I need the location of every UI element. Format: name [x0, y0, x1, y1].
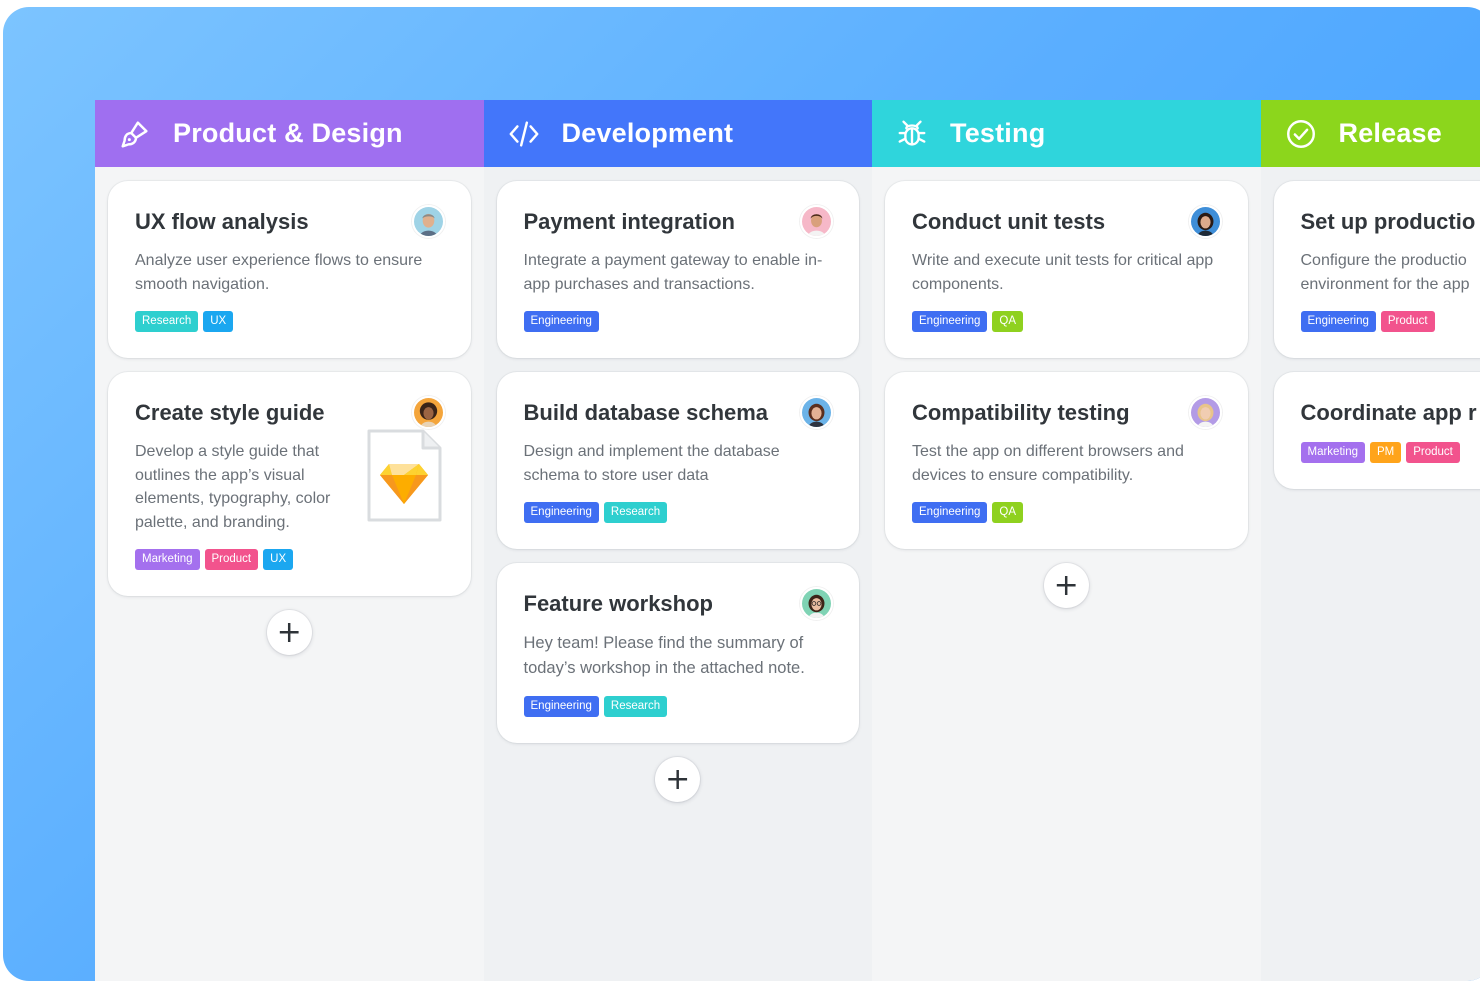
task-card[interactable]: UX flow analysis Analyze user experience…	[108, 181, 471, 358]
column-header[interactable]: Development	[483, 100, 872, 167]
tag[interactable]: UX	[203, 311, 234, 332]
card-description: Develop a style guide that outlines the …	[135, 443, 331, 531]
tag[interactable]: UX	[263, 549, 294, 570]
tag[interactable]: Engineering	[523, 696, 599, 717]
tag[interactable]: Engineering	[1300, 311, 1376, 332]
card-title: Payment integration	[523, 209, 735, 234]
app-frame: Product & Design UX flow analysis Analyz…	[3, 7, 1480, 981]
tag-list: Engineering	[523, 311, 833, 332]
task-card[interactable]: Set up productio Configure the productio…	[1273, 181, 1480, 358]
column-development: Development Payment integration Integrat…	[483, 100, 872, 981]
card-description: Design and implement the database schema…	[523, 443, 780, 484]
check-circle-icon	[1283, 116, 1319, 152]
woman-blonde-avatar[interactable]	[1188, 396, 1222, 429]
add-card-button[interactable]: +	[1043, 563, 1089, 608]
tag[interactable]: Engineering	[912, 502, 988, 523]
tag[interactable]: PM	[1370, 442, 1402, 463]
card-title: Coordinate app r	[1300, 400, 1477, 425]
column-header[interactable]: Testing	[872, 100, 1261, 167]
card-title: UX flow analysis	[135, 209, 309, 234]
task-card[interactable]: Feature workshop Hey team! Please find t…	[496, 563, 859, 743]
tag[interactable]: Research	[135, 311, 199, 332]
column-testing: Testing Conduct unit tests Write and exe…	[872, 100, 1261, 981]
column-title: Release	[1338, 118, 1442, 148]
tag[interactable]: Research	[603, 502, 668, 523]
kanban-board: Product & Design UX flow analysis Analyz…	[95, 100, 1480, 981]
tag[interactable]: Marketing	[135, 549, 200, 570]
card-description: Integrate a payment gateway to enable in…	[523, 252, 823, 293]
column-release: Release Set up productio Configure the p…	[1260, 100, 1480, 981]
woman-dark-hair-avatar[interactable]	[1188, 205, 1222, 238]
tag-list: Engineering QA	[912, 311, 1221, 332]
tag[interactable]: Engineering	[912, 311, 988, 332]
task-card[interactable]: Conduct unit tests Write and execute uni…	[885, 181, 1248, 358]
card-description: Write and execute unit tests for critica…	[912, 252, 1214, 293]
card-description: Analyze user experience flows to ensure …	[135, 252, 423, 293]
tag-list: Engineering Research	[523, 502, 833, 523]
card-title: Conduct unit tests	[912, 209, 1106, 234]
tag-list: Marketing Product UX	[135, 549, 444, 570]
tag[interactable]: Marketing	[1300, 442, 1365, 463]
tag-list: Engineering Research	[523, 696, 833, 717]
tag-list: Marketing PM Product	[1300, 442, 1480, 463]
man-grey-hair-avatar[interactable]	[411, 205, 445, 238]
sketch-file-icon[interactable]	[365, 428, 443, 524]
card-title: Build database schema	[523, 400, 769, 425]
card-title: Feature workshop	[523, 591, 713, 616]
column-title: Testing	[950, 118, 1046, 148]
bug-icon	[894, 116, 930, 152]
column-title: Development	[561, 118, 734, 148]
card-title: Compatibility testing	[912, 400, 1130, 425]
add-card-button[interactable]: +	[655, 757, 701, 802]
tag-list: Engineering Product	[1300, 311, 1480, 332]
tag[interactable]: Product	[1406, 442, 1460, 463]
card-description: Hey team! Please find the summary of tod…	[523, 634, 805, 677]
code-icon	[506, 116, 542, 152]
task-card[interactable]: Create style guide Develop a style guide…	[108, 372, 471, 596]
card-title: Set up productio	[1300, 209, 1476, 234]
add-card-button[interactable]: +	[266, 610, 312, 655]
column-title: Product & Design	[173, 118, 403, 148]
tag[interactable]: Engineering	[523, 502, 599, 523]
tag[interactable]: Engineering	[523, 311, 599, 332]
task-card[interactable]: Payment integration Integrate a payment …	[496, 181, 859, 358]
card-description: Test the app on different browsers and d…	[912, 443, 1184, 484]
woman-brown-hair-avatar[interactable]	[800, 396, 833, 429]
card-description: Configure the productio environment for …	[1300, 252, 1470, 293]
task-card[interactable]: Compatibility testing Test the app on di…	[885, 372, 1248, 549]
tag[interactable]: QA	[992, 502, 1024, 523]
task-card[interactable]: Coordinate app r Marketing PM Product	[1273, 372, 1480, 489]
woman-glasses-avatar[interactable]	[800, 587, 833, 620]
woman-curly-hair-avatar[interactable]	[411, 396, 445, 429]
tag[interactable]: Product	[1380, 311, 1435, 332]
column-product-design: Product & Design UX flow analysis Analyz…	[95, 100, 484, 981]
tag[interactable]: Research	[603, 696, 668, 717]
card-title: Create style guide	[135, 400, 325, 425]
tag[interactable]: Product	[204, 549, 259, 570]
task-card[interactable]: Build database schema Design and impleme…	[496, 372, 859, 549]
tag-list: Research UX	[135, 311, 444, 332]
brush-icon	[117, 116, 153, 152]
tag[interactable]: QA	[992, 311, 1024, 332]
man-dark-hair-avatar[interactable]	[800, 205, 833, 238]
tag-list: Engineering QA	[912, 502, 1221, 523]
column-header[interactable]: Product & Design	[95, 100, 484, 167]
column-header[interactable]: Release	[1260, 100, 1480, 167]
